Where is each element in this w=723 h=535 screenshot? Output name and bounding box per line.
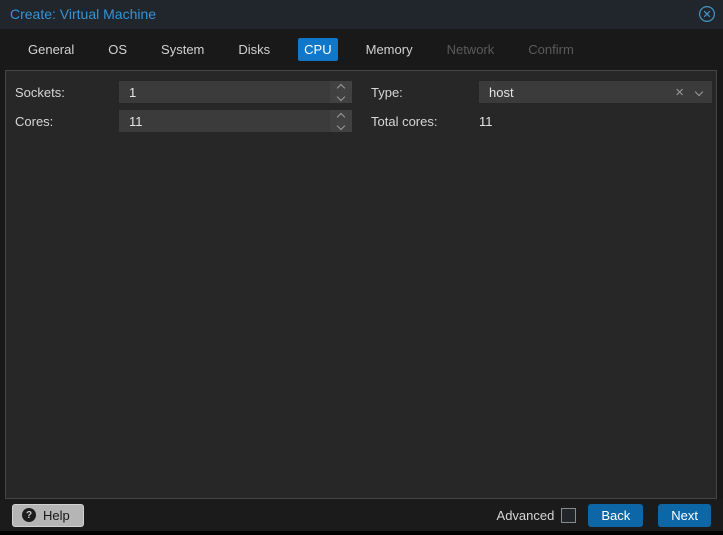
chevron-down-icon[interactable]: [337, 121, 345, 129]
chevron-up-icon[interactable]: [337, 83, 345, 91]
type-value[interactable]: host: [479, 85, 675, 100]
tab-network: Network: [441, 38, 501, 61]
cpu-form-panel: Sockets: 1 Cores: 11: [5, 70, 717, 499]
total-cores-row: Total cores: 11: [371, 110, 712, 132]
combo-icons: ×: [675, 85, 712, 100]
cores-input[interactable]: 11: [119, 110, 352, 132]
help-button[interactable]: ? Help: [12, 504, 84, 527]
total-cores-label: Total cores:: [371, 114, 479, 129]
tab-disks[interactable]: Disks: [232, 38, 276, 61]
footer-actions: Advanced Back Next: [497, 504, 711, 527]
tab-memory[interactable]: Memory: [360, 38, 419, 61]
help-circle-icon: ?: [22, 508, 36, 522]
create-vm-dialog: Create: Virtual Machine General OS Syste…: [0, 0, 723, 535]
chevron-down-icon[interactable]: [695, 88, 703, 96]
tab-general[interactable]: General: [22, 38, 80, 61]
help-button-label: Help: [43, 508, 70, 523]
cores-value[interactable]: 11: [119, 114, 330, 129]
cores-label: Cores:: [15, 114, 119, 129]
next-button[interactable]: Next: [658, 504, 711, 527]
chevron-down-icon[interactable]: [337, 92, 345, 100]
tab-os[interactable]: OS: [102, 38, 133, 61]
dialog-title: Create: Virtual Machine: [10, 6, 156, 22]
dialog-titlebar: Create: Virtual Machine: [0, 0, 723, 29]
clear-icon[interactable]: ×: [675, 85, 684, 100]
tab-confirm: Confirm: [522, 38, 580, 61]
total-cores-value: 11: [479, 114, 493, 129]
tab-cpu[interactable]: CPU: [298, 38, 337, 61]
type-row: Type: host ×: [371, 81, 712, 103]
tab-system[interactable]: System: [155, 38, 210, 61]
back-button[interactable]: Back: [588, 504, 643, 527]
cores-spinner: [330, 110, 352, 132]
advanced-label: Advanced: [497, 508, 555, 523]
type-label: Type:: [371, 85, 479, 100]
form-right-column: Type: host × Total cores: 11: [371, 81, 712, 139]
sockets-row: Sockets: 1: [15, 81, 352, 103]
wizard-tab-bar: General OS System Disks CPU Memory Netwo…: [0, 29, 723, 70]
dialog-footer: ? Help Advanced Back Next: [0, 499, 723, 531]
sockets-spinner: [330, 81, 352, 103]
sockets-value[interactable]: 1: [119, 85, 330, 100]
sockets-input[interactable]: 1: [119, 81, 352, 103]
cores-row: Cores: 11: [15, 110, 352, 132]
advanced-checkbox[interactable]: [561, 508, 576, 523]
close-icon[interactable]: [698, 5, 716, 23]
form-left-column: Sockets: 1 Cores: 11: [15, 81, 352, 139]
type-combobox[interactable]: host ×: [479, 81, 712, 103]
window-bottom-edge: [0, 531, 723, 535]
sockets-label: Sockets:: [15, 85, 119, 100]
chevron-up-icon[interactable]: [337, 112, 345, 120]
